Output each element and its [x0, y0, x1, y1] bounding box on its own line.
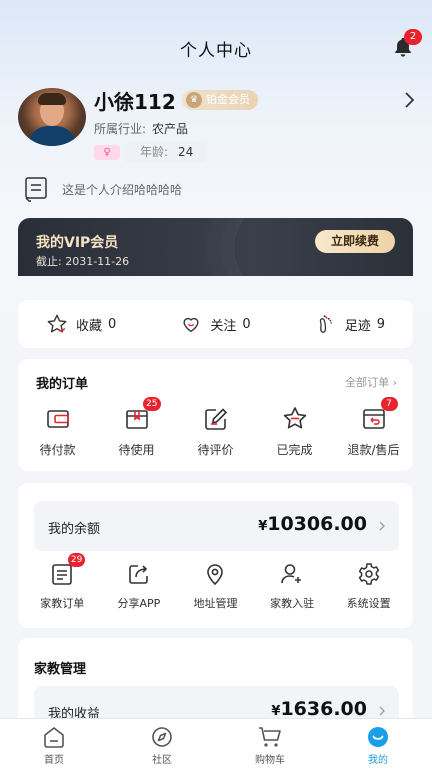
page-header: 个人中心 2: [0, 28, 432, 68]
notification-button[interactable]: 2: [392, 29, 422, 58]
wallet-card: 我的余额 ¥10306.00 29 家教订单 分享APP 地址管理 家教入驻 系…: [18, 483, 413, 628]
cart-icon: [259, 727, 281, 747]
tool-label: 分享APP: [117, 597, 161, 610]
add-user-icon: [281, 564, 302, 584]
tab-label: 首页: [44, 755, 64, 766]
order-to-review[interactable]: 待评价: [178, 405, 254, 465]
orders-card: 我的订单 全部订单 › 待付款 25 待使用 待评价 已完成 7 退款/售后: [18, 359, 413, 471]
chevron-right-icon: ›: [392, 376, 397, 389]
footprint-icon: [319, 315, 332, 333]
star-badge-icon: [283, 407, 306, 429]
user-name: 小徐112: [94, 90, 176, 114]
stat-value: 0: [242, 316, 251, 332]
gender-female-icon: ♀: [94, 145, 120, 160]
intro-row: 这是个人介绍哈哈哈哈: [24, 174, 404, 204]
tool-label: 地址管理: [193, 597, 238, 610]
notification-badge: 2: [404, 29, 422, 45]
chevron-right-icon[interactable]: [404, 92, 414, 108]
tab-label: 购物车: [255, 755, 285, 766]
income-value: ¥1636.00: [271, 698, 367, 720]
order-to-use[interactable]: 25 待使用: [99, 397, 175, 465]
tab-community[interactable]: 社区: [108, 719, 216, 768]
star-icon: [47, 314, 67, 333]
tab-label: 社区: [152, 755, 172, 766]
all-orders-link[interactable]: 全部订单 ›: [345, 374, 397, 390]
tool-label: 家教入驻: [270, 597, 315, 610]
gear-icon: [358, 563, 379, 585]
industry-value: 农产品: [152, 122, 189, 136]
order-pending-payment[interactable]: 待付款: [20, 405, 96, 465]
page-title: 个人中心: [180, 40, 252, 61]
tab-home[interactable]: 首页: [0, 719, 108, 768]
member-level-label: 铂金会员: [206, 93, 250, 106]
orders-title: 我的订单: [36, 377, 89, 392]
stat-label: 足迹: [344, 318, 371, 334]
stat-footprints[interactable]: 足迹 9: [315, 313, 385, 335]
vip-expiry: 截止: 2031-11-26: [36, 255, 130, 268]
tutor-title: 家教管理: [34, 662, 87, 677]
smile-face-icon: [368, 727, 388, 747]
profile-section[interactable]: 小徐112 ♛ 铂金会员 所属行业: 农产品 ♀ 年龄: 24: [18, 86, 418, 166]
heart-icon: [183, 317, 199, 333]
tool-tutor-orders[interactable]: 29 家教订单: [26, 553, 98, 621]
industry-info: 所属行业: 农产品: [94, 120, 188, 137]
edit-icon: [204, 408, 227, 430]
tool-tutor-join[interactable]: 家教入驻: [256, 561, 328, 621]
order-status-label: 已完成: [276, 443, 313, 457]
stat-value: 9: [376, 316, 385, 332]
chevron-right-icon: [379, 706, 385, 716]
balance-value: ¥10306.00: [258, 513, 367, 535]
tool-label: 系统设置: [346, 597, 391, 610]
intro-text: 这是个人介绍哈哈哈哈: [62, 182, 183, 197]
tool-share-app[interactable]: 分享APP: [103, 561, 175, 621]
age-tag: 年龄: 24: [126, 142, 208, 163]
tool-badge: 29: [67, 553, 86, 567]
order-badge: 7: [380, 397, 398, 411]
balance-label: 我的余额: [48, 522, 101, 537]
tab-label: 我的: [368, 755, 388, 766]
tools-row: 29 家教订单 分享APP 地址管理 家教入驻 系统设置: [18, 553, 413, 621]
avatar[interactable]: [18, 88, 86, 146]
order-badge: 25: [143, 397, 161, 411]
stat-label: 关注: [210, 318, 237, 334]
order-status-label: 待付款: [39, 443, 76, 457]
age-value: 24: [178, 145, 194, 159]
compass-icon: [152, 727, 172, 747]
tool-address[interactable]: 地址管理: [179, 561, 251, 621]
vip-card[interactable]: 我的VIP会员 截止: 2031-11-26 立即续费: [18, 218, 413, 276]
order-completed[interactable]: 已完成: [257, 405, 333, 465]
all-orders-label: 全部订单: [345, 376, 390, 389]
stat-label: 收藏: [76, 318, 103, 334]
order-status-label: 待使用: [118, 443, 155, 457]
tab-cart[interactable]: 购物车: [216, 719, 324, 768]
order-status-row: 待付款 25 待使用 待评价 已完成 7 退款/售后: [18, 397, 413, 465]
order-status-label: 待评价: [197, 443, 234, 457]
order-refund[interactable]: 7 退款/售后: [336, 397, 412, 465]
home-icon: [44, 727, 64, 748]
bottom-tab-bar: 首页 社区 购物车 我的: [0, 718, 432, 768]
wallet-icon: [46, 410, 69, 428]
industry-label: 所属行业:: [94, 122, 147, 136]
tab-mine[interactable]: 我的: [324, 719, 432, 768]
stat-following[interactable]: 关注 0: [180, 313, 251, 335]
stat-favorites[interactable]: 收藏 0: [46, 313, 116, 335]
stat-value: 0: [108, 316, 117, 332]
chevron-right-icon: [379, 521, 385, 531]
vip-title: 我的VIP会员: [36, 235, 119, 251]
tool-settings[interactable]: 系统设置: [333, 561, 405, 621]
order-status-label: 退款/售后: [347, 443, 400, 457]
renew-button[interactable]: 立即续费: [315, 230, 395, 253]
member-level-badge: ♛ 铂金会员: [182, 90, 258, 110]
crown-icon: ♛: [186, 92, 202, 108]
balance-row[interactable]: 我的余额 ¥10306.00: [34, 501, 399, 551]
location-pin-icon: [207, 564, 224, 586]
document-icon: [25, 177, 47, 202]
stats-card: 收藏 0 关注 0 足迹 9: [18, 300, 413, 348]
tool-label: 家教订单: [40, 597, 85, 610]
age-label: 年龄:: [140, 145, 169, 159]
share-icon: [129, 565, 148, 584]
